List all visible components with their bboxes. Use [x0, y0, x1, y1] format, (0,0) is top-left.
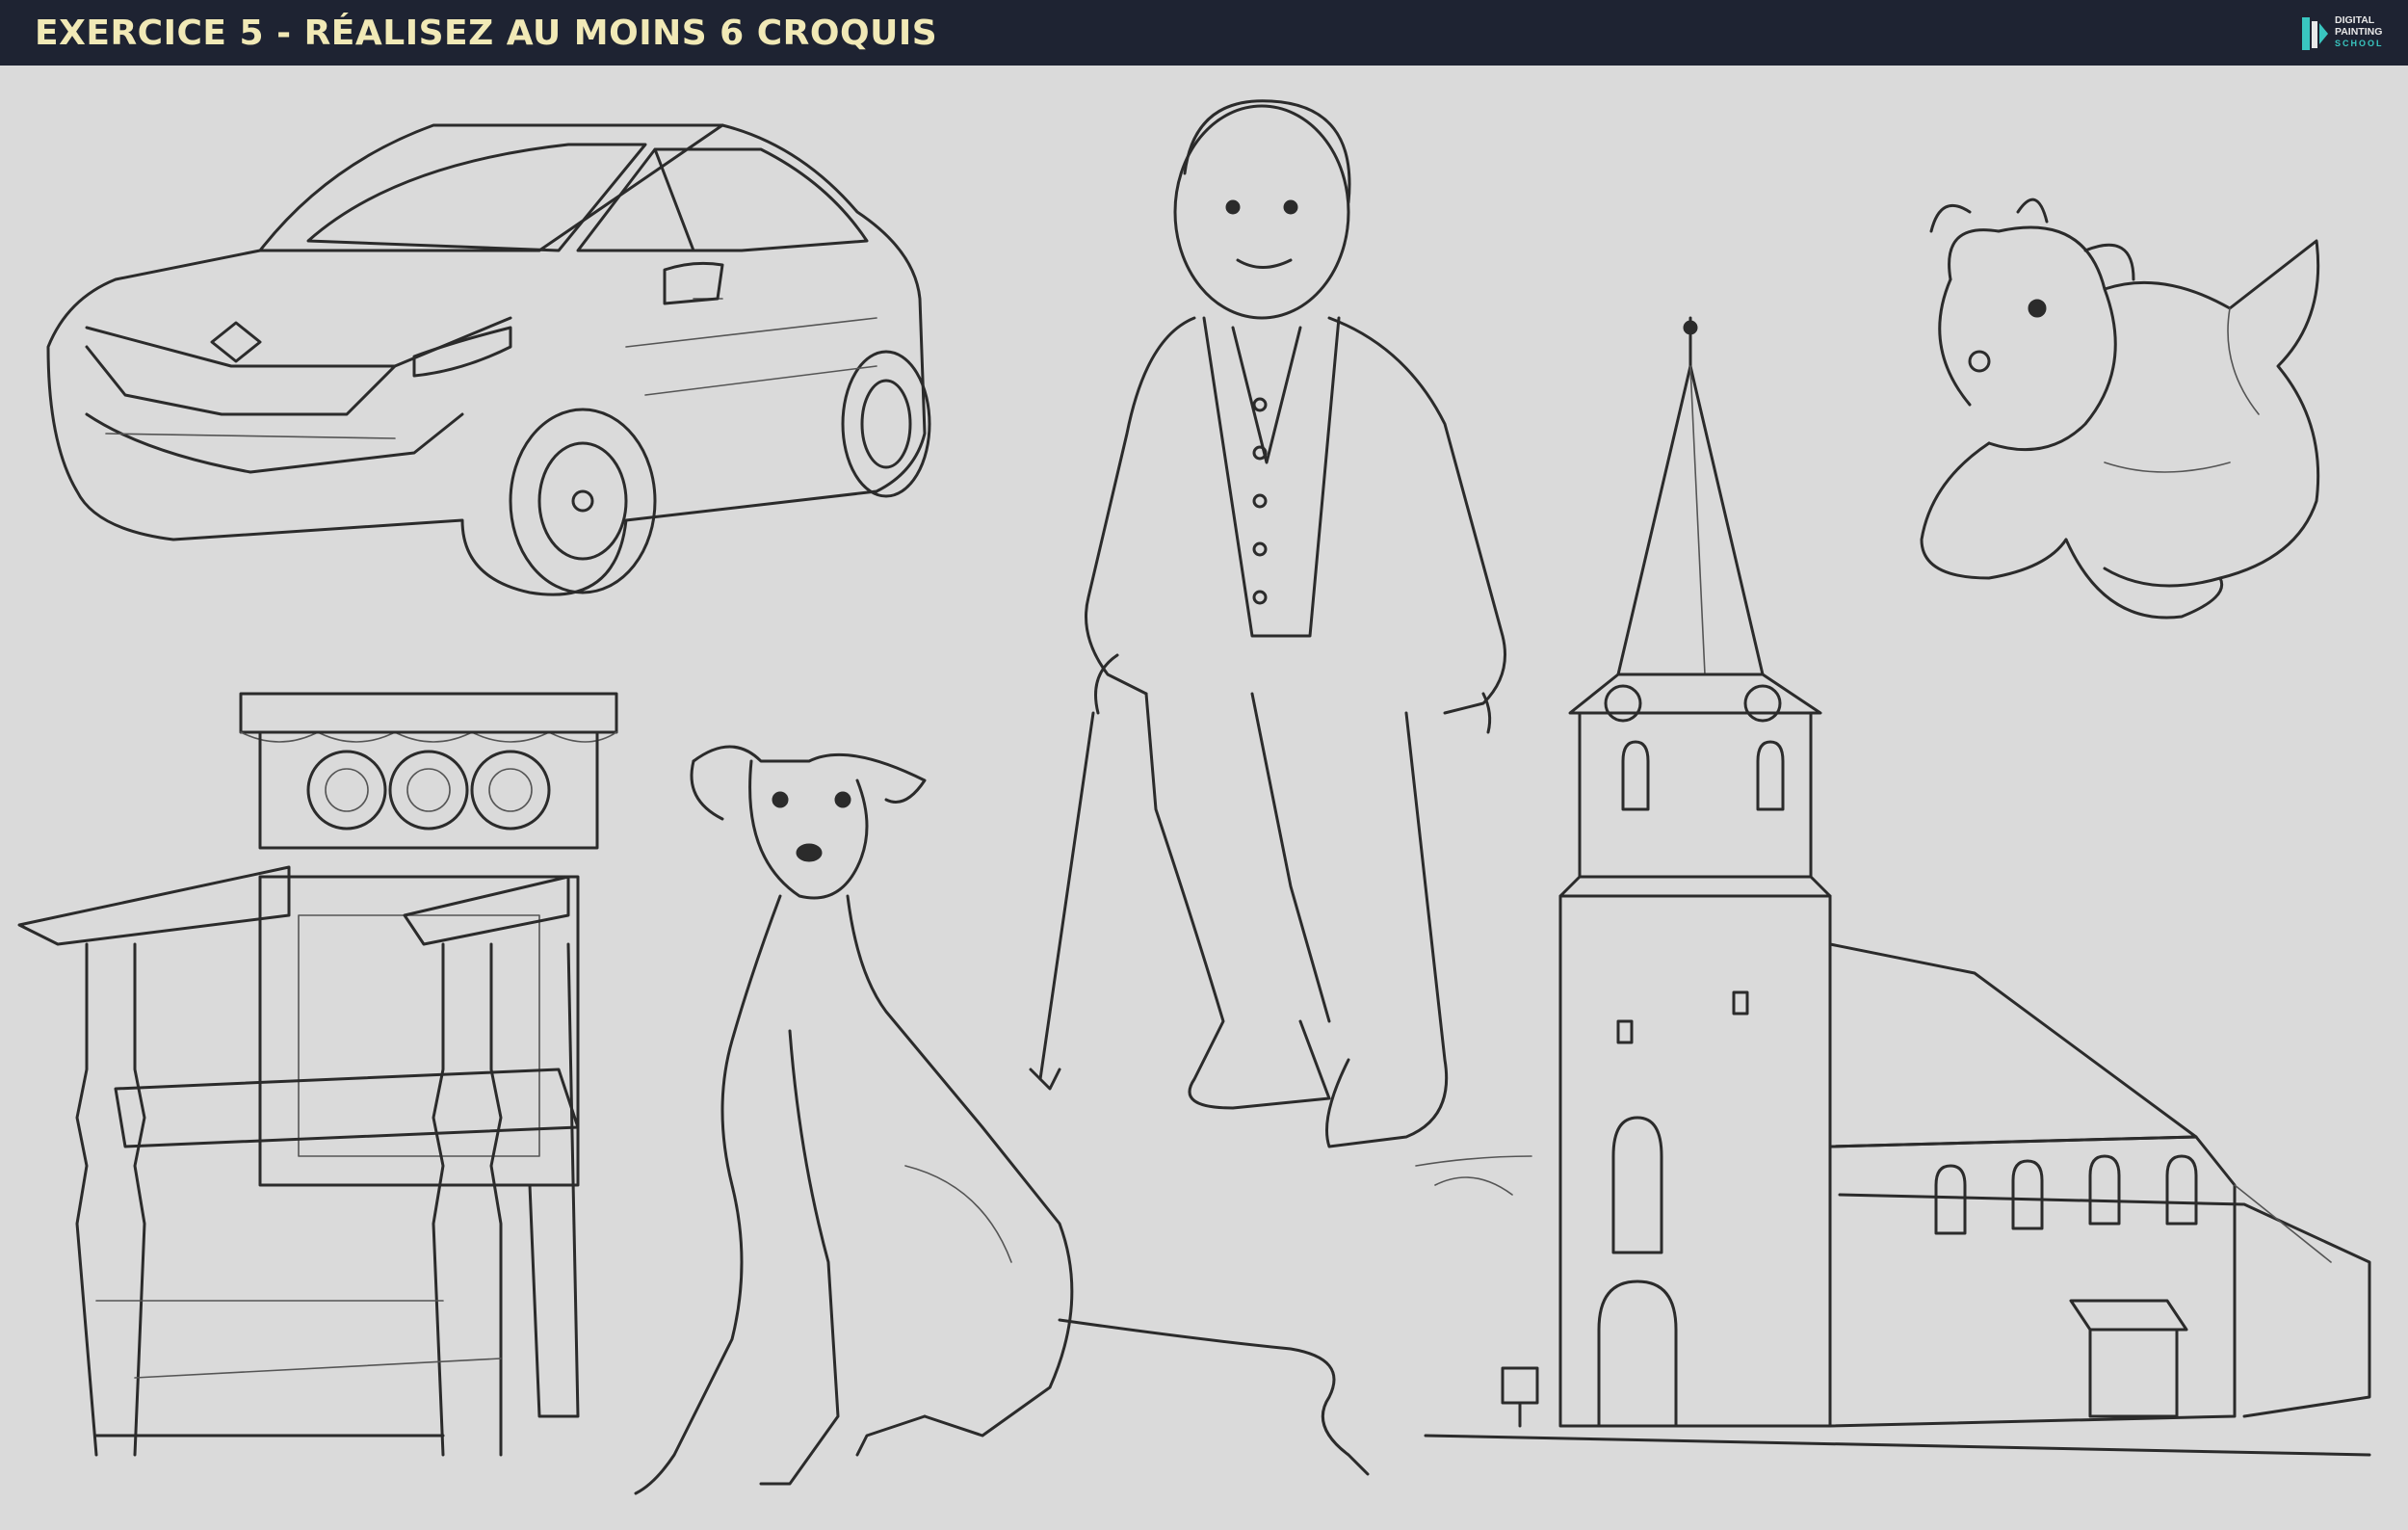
logo-text: DIGITAL PAINTING SCHOOL [2335, 14, 2396, 49]
greyhound-dog-sketch [634, 745, 1370, 1495]
header-bar: EXERCICE 5 - RÉALISEZ AU MOINS 6 CROQUIS… [0, 0, 2408, 66]
exercise-title: EXERCICE 5 - RÉALISEZ AU MOINS 6 CROQUIS [35, 13, 938, 53]
church-sketch [1415, 316, 2371, 1457]
logo-line-1: DIGITAL [2335, 14, 2375, 26]
digital-painting-school-logo: DIGITAL PAINTING SCHOOL [2300, 12, 2396, 56]
logo-mark-icon [2302, 17, 2328, 50]
car-sketch [46, 123, 931, 596]
wooden-armchair-sketch [17, 692, 618, 1457]
logo-line-2: PAINTING [2335, 26, 2383, 38]
logo-line-3: SCHOOL [2335, 39, 2384, 48]
